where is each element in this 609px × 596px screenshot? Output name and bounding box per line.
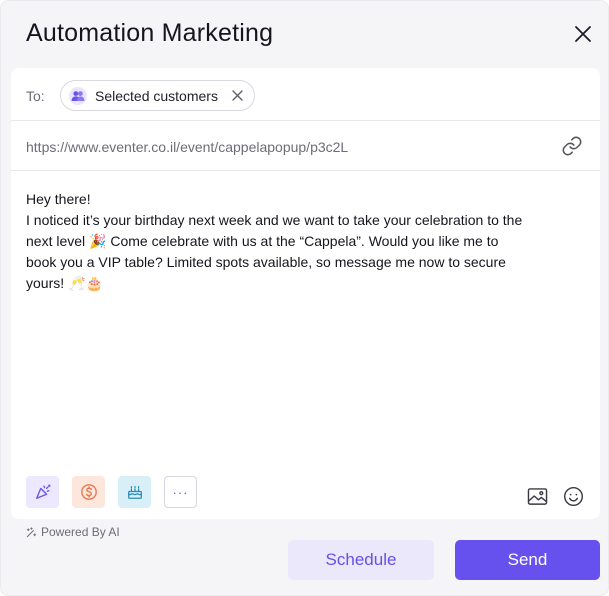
schedule-button[interactable]: Schedule bbox=[288, 540, 434, 580]
image-icon bbox=[527, 487, 547, 505]
copy-link-button[interactable] bbox=[560, 134, 584, 158]
message-text: I noticed it’s your birthday next week a… bbox=[26, 212, 523, 291]
dollar-coin-icon bbox=[80, 484, 97, 500]
modal-title: Automation Marketing bbox=[26, 19, 274, 47]
party-template-button[interactable] bbox=[26, 476, 59, 508]
insert-emoji-button[interactable] bbox=[562, 485, 584, 507]
remove-recipient-button[interactable] bbox=[230, 88, 245, 103]
message-composer: To: Selected customers https://www.event… bbox=[11, 68, 600, 519]
more-icon: ··· bbox=[172, 484, 189, 500]
close-button[interactable] bbox=[569, 20, 597, 48]
powered-by-ai: Powered By AI bbox=[26, 525, 120, 539]
powered-by-label: Powered By AI bbox=[41, 525, 120, 539]
close-small-icon bbox=[232, 90, 243, 101]
event-url[interactable]: https://www.eventer.co.il/event/cappelap… bbox=[26, 139, 348, 155]
close-icon bbox=[575, 26, 591, 42]
recipient-chip-label: Selected customers bbox=[95, 87, 218, 104]
send-button[interactable]: Send bbox=[455, 540, 600, 580]
attach-image-button[interactable] bbox=[526, 485, 548, 507]
discount-template-button[interactable] bbox=[72, 476, 105, 508]
message-greeting: Hey there! bbox=[26, 191, 91, 207]
emoji-icon bbox=[563, 486, 583, 506]
to-label: To: bbox=[26, 88, 45, 104]
message-body[interactable]: Hey there! I noticed it’s your birthday … bbox=[26, 189, 526, 294]
link-icon bbox=[562, 136, 582, 156]
party-popper-icon bbox=[35, 484, 51, 499]
users-icon bbox=[69, 86, 87, 105]
more-templates-button[interactable]: ··· bbox=[164, 476, 197, 508]
birthday-cake-icon bbox=[127, 485, 142, 499]
recipient-row: To: Selected customers bbox=[11, 68, 600, 121]
automation-marketing-modal: Automation Marketing To: Selected custom… bbox=[0, 0, 609, 596]
link-row: https://www.eventer.co.il/event/cappelap… bbox=[11, 121, 600, 171]
birthday-template-button[interactable] bbox=[118, 476, 151, 508]
ai-sparkle-icon bbox=[26, 526, 37, 537]
recipient-chip[interactable]: Selected customers bbox=[60, 80, 255, 111]
